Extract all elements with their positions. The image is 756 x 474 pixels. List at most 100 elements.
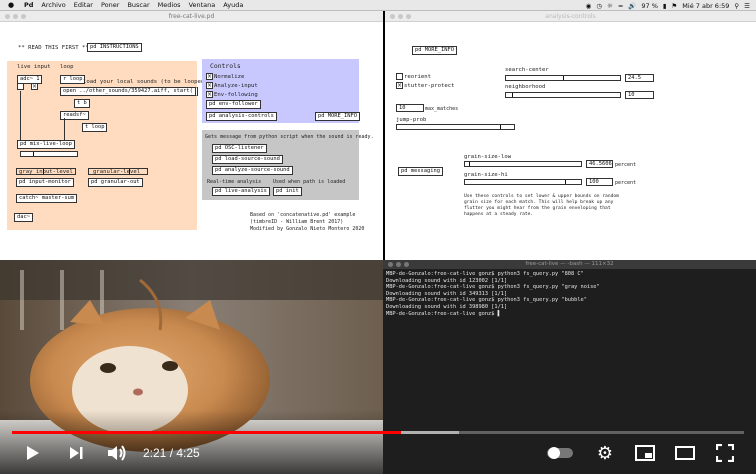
terminal-title: free-cat-live — -bash — 111×32 [525,261,614,267]
catch-object[interactable]: catch~ master-sum [16,194,78,203]
max-matches-number[interactable]: 10 [396,104,424,112]
granular-level-slider[interactable] [88,168,148,175]
env-follower-subpatch[interactable]: pd env-follower [206,100,261,109]
menu-buscar[interactable]: Buscar [127,1,149,9]
control-center-icon[interactable]: ☰ [744,2,750,10]
battery-icon: ▮ [662,1,667,10]
controls-title: Controls [210,62,241,70]
zoom-button[interactable] [404,262,409,267]
settings-icon[interactable]: ⚙ [594,442,616,464]
menu-archivo[interactable]: Archivo [41,1,65,9]
grain-hi-slider[interactable] [464,179,582,185]
time-display: 2:21 / 4:25 [143,446,200,460]
load-source-subpatch[interactable]: pd load-source-sound [212,155,283,164]
reorient-label: reorient [404,74,431,80]
env-following-toggle[interactable]: × [206,91,213,98]
python-note: Gets message from python script when the… [205,134,374,140]
volume-icon[interactable] [104,441,130,465]
patch-cord [20,91,21,143]
menu-editar[interactable]: Editar [74,1,93,9]
theater-icon[interactable] [674,444,696,462]
zoom-button[interactable] [21,14,26,19]
granular-out-subpatch[interactable]: pd granular-out [88,178,143,187]
reorient-toggle[interactable] [396,73,403,80]
terminal-line: MBP-de-Gonzalo:free-cat-live gonz$ pytho… [386,297,587,304]
init-subpatch[interactable]: pd init [273,187,302,196]
normalize-toggle[interactable]: × [206,73,213,80]
jump-prob-slider[interactable] [396,124,515,130]
grain-low-slider[interactable] [464,161,582,167]
zoom-button[interactable] [406,14,411,19]
next-icon[interactable] [64,441,88,465]
grain-low-number[interactable]: 46.5606 [586,160,613,168]
clock-icon[interactable]: ◷ [596,2,602,10]
analysis-controls-subpatch[interactable]: pd analysis-controls [206,112,277,121]
battery-percent[interactable]: 97 % [641,2,658,10]
grain-hi-number[interactable]: 100 [586,178,613,186]
menu-poner[interactable]: Poner [101,1,119,9]
terminal-prompt: MBP-de-Gonzalo:free-cat-live gonz$ ▌ [386,310,501,317]
terminal-window[interactable]: free-cat-live — -bash — 111×32 MBP-de-Go… [383,260,756,474]
input-monitor-subpatch[interactable]: pd input-monitor [16,178,74,187]
datetime[interactable]: Mié 7 abr 6:59 [682,2,729,10]
menu-pd[interactable]: Pd [24,1,33,9]
progress-track[interactable] [12,431,744,434]
input-toggle-x[interactable]: × [31,83,38,90]
bang-object[interactable]: t b [74,99,90,108]
volume-icon[interactable]: 🔊 [628,2,636,10]
terminal-line: MBP-de-Gonzalo:free-cat-live gonz$ pytho… [386,284,600,291]
menu-medios[interactable]: Medios [158,1,181,9]
grain-low-unit: percent [615,162,637,168]
more-info-subpatch[interactable]: pd MORE_INFO [315,112,360,121]
minimize-button[interactable] [398,14,403,19]
close-button[interactable] [388,262,393,267]
mix-live-loop-subpatch[interactable]: pd mix-live-loop [17,140,75,149]
menu-ventana[interactable]: Ventana [189,1,216,9]
menu-ayuda[interactable]: Ayuda [223,1,243,9]
live-analysis-subpatch[interactable]: pd live-analysis [212,187,270,196]
stutter-protect-toggle[interactable]: × [396,82,403,89]
neighborhood-number[interactable]: 10 [625,91,654,99]
apple-icon[interactable]: ● [6,1,16,9]
search-icon[interactable]: ⚲ [734,2,739,10]
max-matches-label: max_matches [425,106,459,112]
analyze-source-subpatch[interactable]: pd analyze-source-sound [212,166,293,175]
analyze-input-label: Analyze-input [214,83,258,89]
input-toggle[interactable] [17,83,24,90]
close-button[interactable] [390,14,395,19]
dac-object[interactable]: dac~ [14,213,33,222]
loop-receive[interactable]: r loop [60,75,86,84]
neighborhood-slider[interactable] [505,92,621,98]
live-loop-slider[interactable] [20,151,78,157]
instructions-subpatch[interactable]: pd INSTRUCTIONS [87,43,142,52]
wifi-icon[interactable]: ≈ [618,2,623,10]
search-center-number[interactable]: 24.5 [625,74,654,82]
flag-icon[interactable]: ⚑ [671,2,677,10]
autoplay-toggle[interactable] [546,447,574,459]
webcam-video[interactable] [0,260,383,474]
grain-hi-unit: percent [615,180,637,186]
osc-listener-subpatch[interactable]: pd OSC-listener [212,144,267,153]
messaging-subpatch[interactable]: pd messaging [398,167,443,176]
more-info-subpatch[interactable]: pd MORE_INFO [412,46,457,55]
fullscreen-icon[interactable] [714,443,736,463]
miniplayer-icon[interactable] [634,444,656,462]
creative-cloud-icon[interactable]: ☼ [607,2,613,10]
load-note: load your local sounds (to be looped) [83,79,208,85]
window-title: free-cat-live.pd [168,13,215,20]
used-when-label: Used when path is loaded [273,179,346,185]
credit-line-1: Based on 'concatenative.pd' example [250,212,356,218]
open-message[interactable]: open ../other_sounds/359427.aiff, start( [60,87,198,96]
minimize-button[interactable] [396,262,401,267]
close-button[interactable] [5,14,10,19]
play-icon[interactable] [20,441,44,465]
search-center-slider[interactable] [505,75,621,81]
pd-main-titlebar: free-cat-live.pd [0,11,383,22]
record-icon[interactable]: ◉ [586,2,592,10]
minimize-button[interactable] [13,14,18,19]
credit-line-3: Modified by Gonzalo Nieto Montero 2020 [250,226,365,232]
input-level-slider[interactable] [16,168,76,175]
analyze-input-toggle[interactable]: × [206,82,213,89]
loop-trigger[interactable]: t loop [82,123,108,132]
terminal-line: Downloading sound with id 349313 [1/1] [386,290,508,297]
